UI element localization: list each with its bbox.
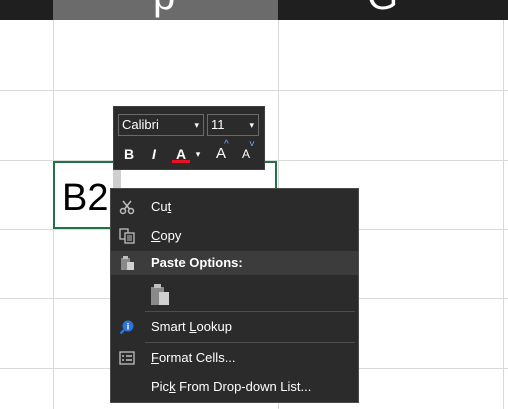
arrow-up-icon: ^ [224,139,229,150]
menu-item-pick-from-list[interactable]: Pick From Drop-down List... [111,375,358,399]
scissors-icon [119,200,135,215]
menu-item-label: Pick From Drop-down List... [151,379,312,394]
menu-item-label: Smart Lookup [151,319,232,334]
menu-item-format-cells[interactable]: Format Cells... [111,346,358,370]
column-header[interactable]: G [279,0,508,20]
font-name-select[interactable]: Calibri ▾ [118,114,204,136]
mini-toolbar: Calibri ▾ 11 ▾ B I A ▾ A ^ A ˅ [113,106,265,170]
format-cells-icon [119,351,135,365]
menu-item-label: Cut [151,199,172,214]
font-size-select[interactable]: 11 ▾ [207,114,259,136]
column-header-label: G [367,0,398,16]
arrow-down-icon: ˅ [249,139,255,150]
menu-header-paste-options: Paste Options: [111,251,358,275]
copy-icon [119,228,135,244]
font-color-button[interactable]: A [172,143,190,165]
paste-option-button[interactable] [111,281,358,309]
column-header-selected[interactable]: p [53,0,278,20]
menu-item-copy[interactable]: Copy [111,224,358,248]
chevron-down-icon[interactable]: ▾ [193,143,203,165]
svg-text:i: i [127,322,130,332]
clipboard-icon [121,256,134,270]
grow-font-button[interactable]: A ^ [213,139,229,165]
smart-lookup-icon: i [119,320,134,335]
font-name-value: Calibri [122,117,159,132]
menu-separator [145,342,355,343]
font-color-swatch [172,160,190,163]
chevron-down-icon: ▾ [194,120,199,130]
menu-item-label: Copy [151,228,182,243]
column-header-label: p [153,0,175,16]
menu-item-label: Format Cells... [151,350,236,365]
grid-line [503,20,504,409]
italic-button[interactable]: I [147,143,161,165]
menu-separator [145,311,355,312]
cell-value: B2 [62,177,109,219]
font-size-value: 11 [211,117,225,132]
clipboard-paste-icon [151,284,169,305]
context-menu: Cut Copy Paste Options: i Smart Lookup F… [110,188,359,403]
menu-header-label: Paste Options: [151,255,243,270]
grid-line [0,90,508,91]
menu-item-smart-lookup[interactable]: i Smart Lookup [111,315,358,339]
shrink-font-button[interactable]: A ˅ [239,139,255,165]
bold-button[interactable]: B [122,143,136,165]
menu-item-cut[interactable]: Cut [111,195,358,219]
chevron-down-icon: ▾ [249,120,254,130]
